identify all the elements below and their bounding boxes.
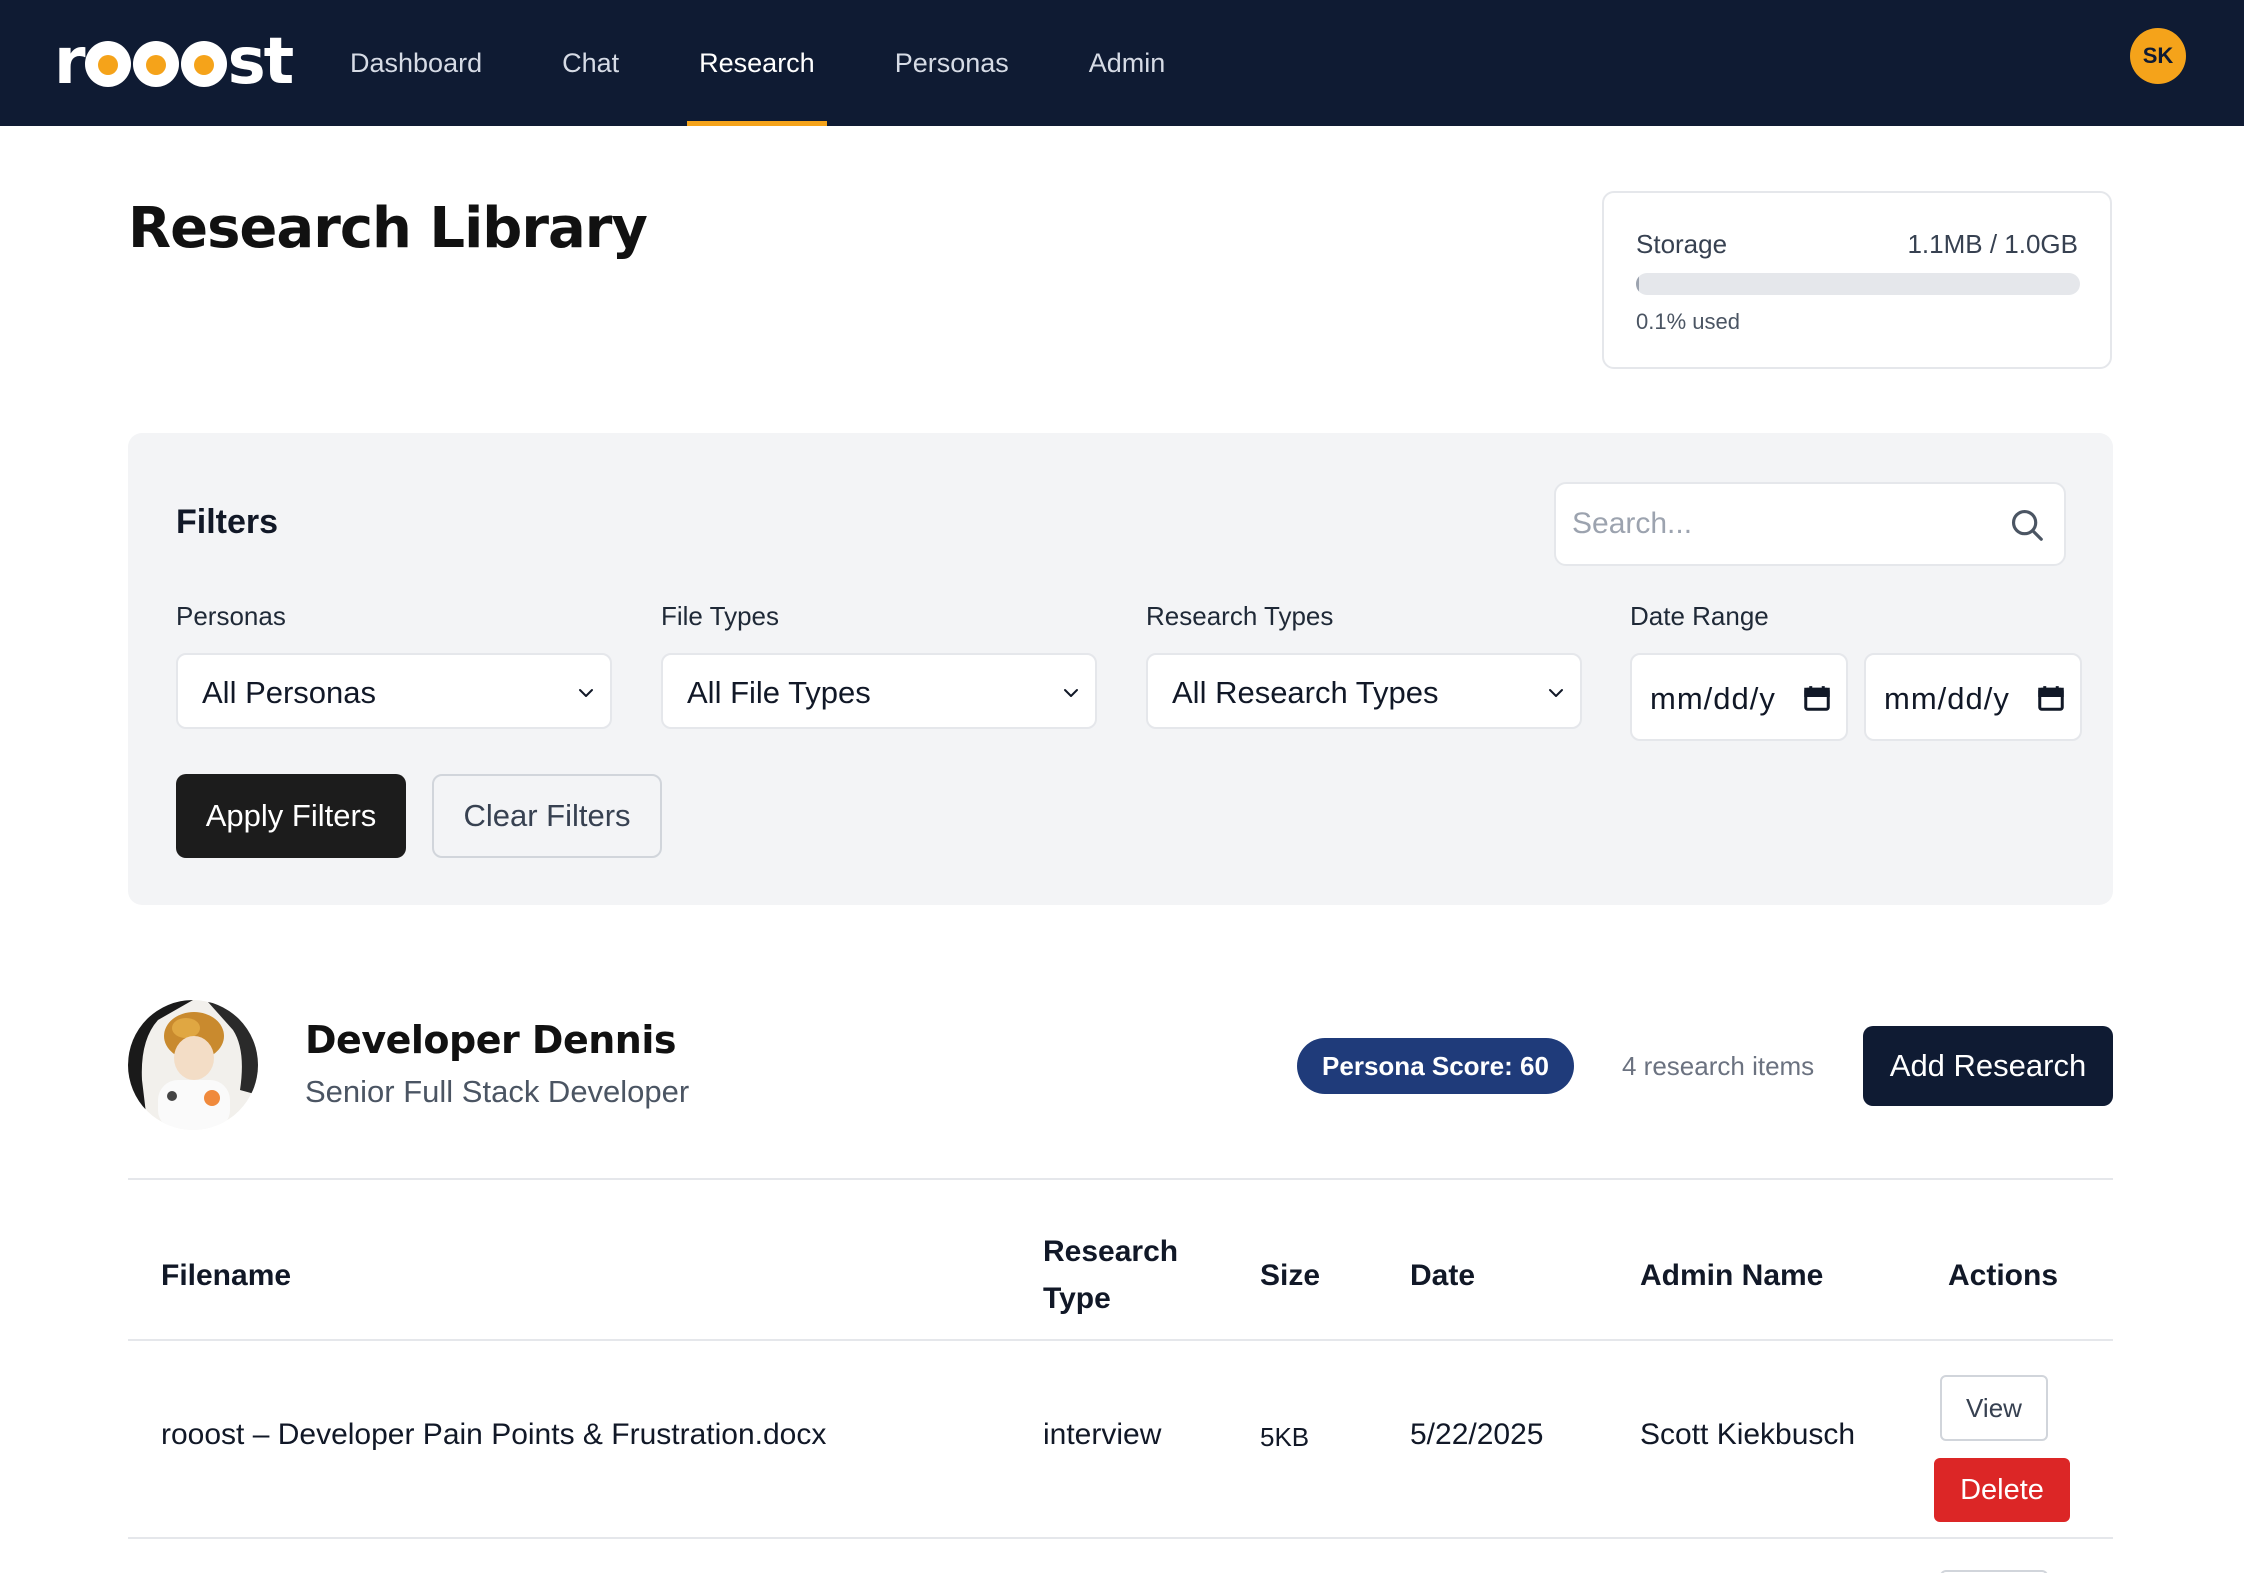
search-input[interactable] xyxy=(1556,484,2064,564)
storage-card: Storage 1.1MB / 1.0GB 0.1% used xyxy=(1602,191,2112,369)
col-admin-name[interactable]: Admin Name xyxy=(1640,1252,1823,1299)
cell-admin-name: Scott Kiekbusch xyxy=(1640,1418,1856,1451)
date-range-label: Date Range xyxy=(1630,601,1769,631)
calendar-icon[interactable] xyxy=(2036,683,2066,713)
persona-score-badge: Persona Score: 60 xyxy=(1297,1038,1574,1094)
search-box xyxy=(1554,482,2066,566)
date-end-value: mm/dd/y xyxy=(1884,681,2010,716)
top-navigation: r st Dashboard Chat Research Personas Adm… xyxy=(0,0,2244,126)
col-size[interactable]: Size xyxy=(1260,1252,1320,1299)
logo-wordmark: r st xyxy=(54,25,294,99)
personas-select-value: All Personas xyxy=(202,675,377,710)
user-avatar[interactable]: SK xyxy=(2130,28,2186,84)
research-count: 4 research items xyxy=(1622,1051,1815,1081)
chevron-down-icon xyxy=(1064,689,1078,697)
storage-used-label: 0.1% used xyxy=(1636,309,1740,334)
filters-panel: Filters Personas All Personas File Types… xyxy=(128,433,2113,905)
nav-research[interactable]: Research xyxy=(673,0,841,126)
nav-dashboard[interactable]: Dashboard xyxy=(324,0,508,126)
col-actions: Actions xyxy=(1948,1259,2059,1292)
personas-filter-label: Personas xyxy=(176,601,286,631)
calendar-icon[interactable] xyxy=(1802,683,1832,713)
nav-admin[interactable]: Admin xyxy=(1063,0,1192,126)
persona-avatar-photo xyxy=(128,1000,258,1130)
section-divider xyxy=(128,1178,2113,1180)
col-research-type-line2[interactable]: Type xyxy=(1043,1275,1111,1322)
cell-research-type: interview xyxy=(1043,1418,1162,1451)
storage-progress-fill xyxy=(1636,273,1639,295)
filters-title: Filters xyxy=(176,503,279,541)
file-types-select[interactable]: All File Types xyxy=(661,653,1097,729)
page-title: Research Library xyxy=(128,196,648,261)
chevron-down-icon xyxy=(1549,689,1563,697)
col-research-type-line1[interactable]: Research xyxy=(1043,1228,1178,1275)
storage-amount: 1.1MB / 1.0GB xyxy=(1907,229,2078,259)
table-header-divider xyxy=(128,1339,2113,1341)
cell-date: 5/22/2025 xyxy=(1410,1418,1544,1451)
table-row-divider xyxy=(128,1537,2113,1539)
add-research-button[interactable]: Add Research xyxy=(1863,1026,2113,1106)
nav-chat[interactable]: Chat xyxy=(536,0,645,126)
view-button[interactable]: View xyxy=(1940,1375,2048,1441)
cell-size: 5KB xyxy=(1260,1422,1310,1452)
apply-filters-button[interactable]: Apply Filters xyxy=(176,774,406,858)
research-types-select[interactable]: All Research Types xyxy=(1146,653,1582,729)
chevron-down-icon xyxy=(579,689,593,697)
main-nav: Dashboard Chat Research Personas Admin xyxy=(324,0,1219,126)
persona-role: Senior Full Stack Developer xyxy=(305,1074,690,1109)
persona-name: Developer Dennis xyxy=(305,1018,677,1062)
date-start-input[interactable]: mm/dd/y xyxy=(1630,653,1848,741)
search-icon[interactable] xyxy=(2008,506,2046,544)
storage-progress-bar xyxy=(1636,273,2080,295)
personas-select[interactable]: All Personas xyxy=(176,653,612,729)
col-date[interactable]: Date xyxy=(1410,1252,1475,1299)
date-end-input[interactable]: mm/dd/y xyxy=(1864,653,2082,741)
research-types-filter-label: Research Types xyxy=(1146,601,1334,631)
rooost-logo[interactable]: r st xyxy=(54,22,294,102)
col-filename[interactable]: Filename xyxy=(161,1252,291,1299)
clear-filters-button[interactable]: Clear Filters xyxy=(432,774,662,858)
date-start-value: mm/dd/y xyxy=(1650,681,1776,716)
storage-label: Storage xyxy=(1636,229,1728,259)
file-types-filter-label: File Types xyxy=(661,601,780,631)
delete-button[interactable]: Delete xyxy=(1934,1458,2070,1522)
persona-avatar xyxy=(128,1000,258,1130)
file-types-select-value: All File Types xyxy=(687,675,871,710)
cell-filename[interactable]: rooost – Developer Pain Points & Frustra… xyxy=(161,1418,826,1452)
research-types-select-value: All Research Types xyxy=(1172,675,1439,710)
nav-personas[interactable]: Personas xyxy=(869,0,1035,126)
